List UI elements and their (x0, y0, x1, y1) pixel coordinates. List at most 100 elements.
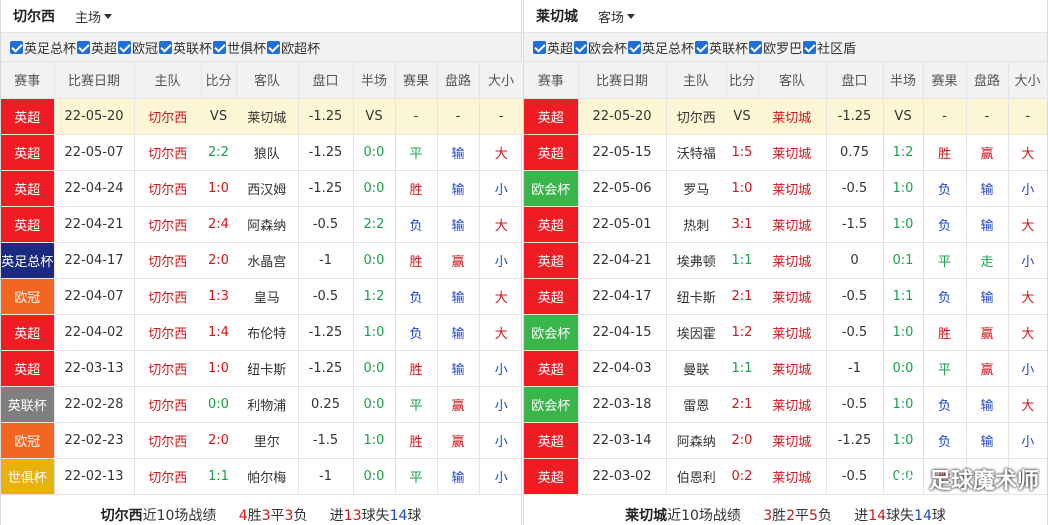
match-result: 胜 (923, 134, 967, 171)
league-filter-checkbox[interactable]: 欧超杯 (267, 38, 320, 57)
home-team[interactable]: 切尔西 (134, 98, 201, 135)
checkbox-checked-icon[interactable] (803, 40, 817, 54)
league-badge[interactable]: 英超 (524, 242, 579, 279)
away-team[interactable]: 皇马 (236, 278, 299, 315)
league-filter-checkbox[interactable]: 世俱杯 (213, 38, 266, 57)
column-header: 客队 (758, 62, 827, 99)
home-team[interactable]: 雷恩 (666, 386, 726, 423)
checkbox-checked-icon[interactable] (118, 40, 132, 54)
league-badge[interactable]: 英超 (524, 98, 579, 135)
league-badge[interactable]: 英超 (524, 350, 579, 387)
league-filter-checkbox[interactable]: 欧会杯 (574, 38, 627, 57)
away-team[interactable]: 里尔 (236, 422, 299, 459)
away-team[interactable]: 帕尔梅 (236, 458, 299, 495)
league-filter-checkbox[interactable]: 社区盾 (803, 38, 856, 57)
away-team[interactable]: 纽卡斯 (236, 350, 299, 387)
away-team[interactable]: 莱切城 (758, 206, 827, 243)
home-team[interactable]: 伯恩利 (666, 458, 726, 495)
away-team[interactable]: 莱切城 (758, 386, 827, 423)
checkbox-checked-icon[interactable] (533, 40, 546, 54)
league-filter-checkbox[interactable]: 欧冠 (118, 38, 158, 57)
league-badge[interactable]: 英超 (524, 134, 579, 171)
checkbox-checked-icon[interactable] (77, 40, 91, 54)
league-badge[interactable]: 英超 (1, 350, 55, 387)
home-team[interactable]: 沃特福 (666, 134, 726, 171)
league-badge[interactable]: 欧冠 (1, 278, 55, 315)
away-team[interactable]: 阿森纳 (236, 206, 299, 243)
home-team[interactable]: 阿森纳 (666, 422, 726, 459)
league-badge[interactable]: 欧冠 (1, 422, 55, 459)
league-filter-checkbox[interactable]: 欧罗巴 (749, 38, 802, 57)
checkbox-checked-icon[interactable] (267, 40, 281, 54)
home-team[interactable]: 切尔西 (666, 98, 726, 135)
home-team[interactable]: 埃因霍 (666, 314, 726, 351)
home-team[interactable]: 切尔西 (134, 242, 201, 279)
league-badge[interactable]: 英超 (1, 98, 55, 135)
league-filter-checkbox[interactable]: 英联杯 (695, 38, 748, 57)
league-badge[interactable]: 英超 (524, 278, 579, 315)
record-summary: 切尔西近10场战绩 4胜3平3负 进13球失14球 (100, 508, 422, 524)
league-filter-checkbox[interactable]: 英联杯 (159, 38, 212, 57)
column-header: 赛事 (524, 62, 579, 99)
match-table: 赛事 比赛日期 主队 比分 客队 盘口 半场 赛果 盘路 大小 英超 22-05-20 切尔西 VS 莱切… (1, 62, 524, 495)
league-badge[interactable]: 英足总杯 (1, 242, 55, 279)
league-badge[interactable]: 英超 (524, 422, 579, 459)
league-badge[interactable]: 英超 (524, 206, 579, 243)
away-team[interactable]: 莱切城 (758, 134, 827, 171)
checkbox-checked-icon[interactable] (695, 40, 709, 54)
away-team[interactable]: 利物浦 (236, 386, 299, 423)
home-team[interactable]: 切尔西 (134, 422, 201, 459)
league-badge[interactable]: 英超 (1, 134, 55, 171)
league-badge[interactable]: 欧会杯 (524, 386, 579, 423)
column-header: 大小 (1008, 62, 1048, 99)
home-team[interactable]: 罗马 (666, 170, 726, 207)
league-badge[interactable]: 英超 (1, 170, 55, 207)
home-team[interactable]: 切尔西 (134, 206, 201, 243)
league-badge[interactable]: 英联杯 (1, 386, 55, 423)
away-team[interactable]: 莱切城 (758, 458, 827, 495)
league-filter-checkbox[interactable]: 英足总杯 (628, 38, 694, 57)
home-team[interactable]: 埃弗顿 (666, 242, 726, 279)
away-team[interactable]: 莱切城 (236, 98, 299, 135)
summary-draws: 2 (786, 508, 796, 524)
home-team[interactable]: 曼联 (666, 350, 726, 387)
away-team[interactable]: 莱切城 (758, 350, 827, 387)
summary-team: 切尔西 (100, 508, 143, 524)
checkbox-checked-icon[interactable] (159, 40, 173, 54)
home-team[interactable]: 切尔西 (134, 350, 201, 387)
home-team[interactable]: 切尔西 (134, 170, 201, 207)
away-team[interactable]: 莱切城 (758, 242, 827, 279)
league-badge[interactable]: 英超 (1, 314, 55, 351)
away-team[interactable]: 莱切城 (758, 170, 827, 207)
home-team[interactable]: 切尔西 (134, 458, 201, 495)
away-team[interactable]: 莱切城 (758, 314, 827, 351)
venue-dropdown[interactable]: 客场 (598, 7, 636, 26)
home-team[interactable]: 切尔西 (134, 386, 201, 423)
checkbox-checked-icon[interactable] (749, 40, 763, 54)
checkbox-checked-icon[interactable] (628, 40, 642, 54)
league-filter-checkbox[interactable]: 英足总杯 (10, 38, 76, 57)
away-team[interactable]: 莱切城 (758, 278, 827, 315)
checkbox-checked-icon[interactable] (10, 40, 23, 54)
away-team[interactable]: 莱切城 (758, 98, 827, 135)
away-team[interactable]: 西汉姆 (236, 170, 299, 207)
away-team[interactable]: 布伦特 (236, 314, 299, 351)
checkbox-checked-icon[interactable] (574, 40, 588, 54)
away-team[interactable]: 莱切城 (758, 422, 827, 459)
venue-dropdown[interactable]: 主场 (75, 7, 113, 26)
league-badge[interactable]: 欧会杯 (524, 314, 579, 351)
home-team[interactable]: 热刺 (666, 206, 726, 243)
home-team[interactable]: 切尔西 (134, 134, 201, 171)
league-badge[interactable]: 欧会杯 (524, 170, 579, 207)
league-filter-checkbox[interactable]: 英超 (77, 38, 117, 57)
league-badge[interactable]: 英超 (524, 458, 579, 495)
league-badge[interactable]: 英超 (1, 206, 55, 243)
league-filter-checkbox[interactable]: 英超 (533, 38, 573, 57)
home-team[interactable]: 切尔西 (134, 278, 201, 315)
home-team[interactable]: 纽卡斯 (666, 278, 726, 315)
checkbox-checked-icon[interactable] (213, 40, 227, 54)
league-badge[interactable]: 世俱杯 (1, 458, 55, 495)
away-team[interactable]: 水晶宫 (236, 242, 299, 279)
home-team[interactable]: 切尔西 (134, 314, 201, 351)
away-team[interactable]: 狼队 (236, 134, 299, 171)
